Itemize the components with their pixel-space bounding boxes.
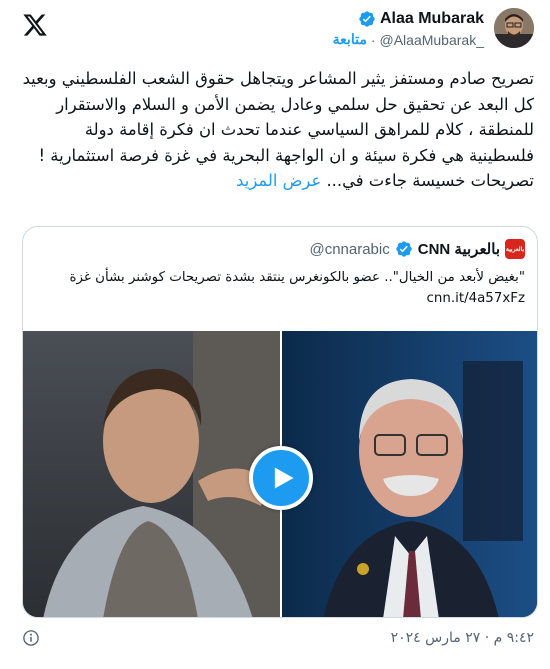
author-handle[interactable]: @AlaaMubarak_ [380, 32, 485, 48]
tweet-body: تصريح صادم ومستفز يثير المشاعر ويتجاهل ح… [16, 66, 534, 194]
card-header: بالعربية CNN بالعربية @cnnarabic [309, 239, 525, 259]
name-row: Alaa Mubarak [358, 10, 484, 28]
tweet-footer: ٩:٤٢ م · ٢٧ مارس ٢٠٢٤ [22, 628, 534, 648]
info-icon[interactable] [22, 629, 40, 647]
verified-badge-icon [358, 10, 376, 28]
handle-row: متابعة · @AlaaMubarak_ [333, 31, 484, 48]
video-thumbnail[interactable] [23, 331, 537, 617]
x-logo-icon[interactable] [22, 12, 48, 38]
quoted-card[interactable]: بالعربية CNN بالعربية @cnnarabic "بغيض ل… [22, 226, 538, 618]
card-text: "بغيض لأبعد من الخيال".. عضو بالكونغرس ي… [69, 270, 525, 285]
tweet-author: Alaa Mubarak متابعة · @AlaaMubarak_ [333, 8, 534, 48]
cnn-logo-icon: بالعربية [505, 239, 525, 259]
separator-dot: · [370, 31, 376, 48]
card-link[interactable]: cnn.it/4a57xFz [35, 288, 526, 309]
timestamp[interactable]: ٩:٤٢ م · ٢٧ مارس ٢٠٢٤ [391, 630, 534, 646]
author-text: Alaa Mubarak متابعة · @AlaaMubarak_ [333, 8, 484, 48]
card-source-name[interactable]: CNN بالعربية [418, 240, 500, 258]
play-icon [274, 467, 294, 489]
verified-badge-icon [395, 240, 413, 258]
play-button[interactable] [249, 446, 313, 510]
author-name[interactable]: Alaa Mubarak [380, 10, 484, 28]
avatar[interactable] [494, 8, 534, 48]
card-source-handle[interactable]: @cnnarabic [309, 241, 389, 258]
card-text-block: "بغيض لأبعد من الخيال".. عضو بالكونغرس ي… [35, 267, 525, 309]
show-more-link[interactable]: عرض المزيد [236, 171, 321, 190]
follow-button[interactable]: متابعة [333, 31, 367, 48]
